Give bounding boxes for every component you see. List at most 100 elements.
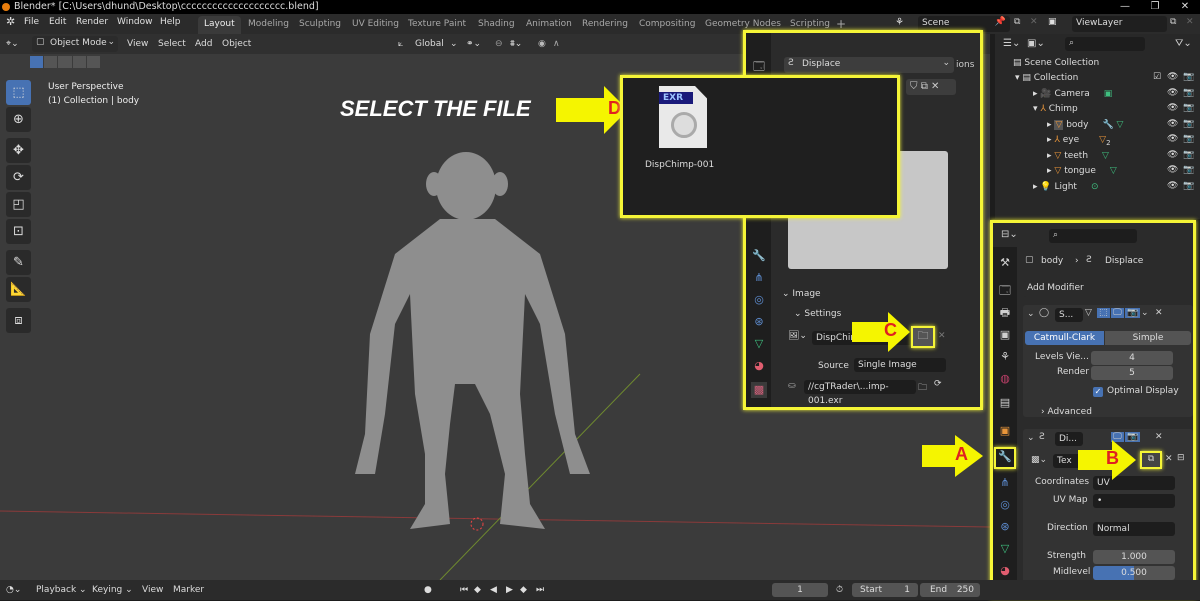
catmull-clark-button[interactable]: Catmull-Clark [1025, 331, 1104, 345]
object-tab-icon[interactable]: ▣ [997, 423, 1013, 439]
menu-window[interactable]: Window [117, 17, 153, 27]
menu-playback[interactable]: Playback ⌄ [36, 583, 87, 597]
modifier-tab-icon[interactable]: 🔧 [994, 447, 1016, 469]
image-browse-icon[interactable]: 🖼⌄ [788, 331, 807, 341]
tab-compositing[interactable]: Compositing [633, 16, 701, 34]
optimal-display-checkbox[interactable]: ✓ [1093, 387, 1103, 397]
menu-help[interactable]: Help [160, 17, 181, 27]
collapse-chevron-icon[interactable]: ⌄ [1027, 309, 1035, 319]
pack-icon[interactable]: ⛀ [788, 381, 796, 391]
visibility-eye-icon[interactable]: 👁 [1167, 165, 1178, 175]
visibility-eye-icon[interactable]: 👁 [1167, 88, 1178, 98]
duplicate-icon[interactable]: ⧉ [921, 81, 928, 92]
render-tab-icon[interactable]: 🗔 [751, 59, 767, 75]
filter-scene-icon[interactable]: ▣⌄ [1027, 38, 1045, 49]
menu-object[interactable]: Object [222, 37, 251, 51]
minimize-button[interactable]: — [1110, 0, 1140, 14]
show-texture-icon[interactable]: ⊟ [1177, 453, 1185, 463]
constraints-tab-icon[interactable]: ⊛ [751, 314, 767, 330]
collection-checkbox[interactable]: ☑ [1153, 72, 1161, 82]
collapse-chevron-icon[interactable]: ⌄ [1027, 433, 1035, 443]
unlink-icon[interactable]: ✕ [931, 81, 939, 92]
copy-view-layer-icon[interactable]: ⧉ [1170, 17, 1176, 27]
blender-menu-icon[interactable]: ✲ [6, 15, 15, 28]
jump-start-button[interactable]: ⏮ [460, 583, 468, 597]
visibility-eye-icon[interactable]: 👁 [1167, 134, 1178, 144]
visibility-eye-icon[interactable]: 👁 [1167, 72, 1178, 82]
particles-tab-icon[interactable]: ⋔ [751, 270, 767, 286]
render-camera-icon[interactable]: 📷 [1183, 134, 1194, 144]
texture-name-dropdown[interactable]: Ƨ Displace ⌄ [784, 57, 954, 73]
menu-select[interactable]: Select [158, 37, 186, 51]
world-tab-icon[interactable]: ◍ [997, 371, 1013, 387]
visibility-eye-icon[interactable]: 👁 [1167, 103, 1178, 113]
display-mode-icon[interactable]: ☰⌄ [1003, 38, 1020, 49]
modifier-tab-icon[interactable]: 🔧 [751, 248, 767, 264]
section-image-header[interactable]: ⌄ Image [782, 289, 821, 299]
menu-marker[interactable]: Marker [173, 583, 204, 597]
advanced-section-header[interactable]: › Advanced [1041, 407, 1092, 417]
stopwatch-icon[interactable]: ⏱ [836, 583, 843, 597]
render-camera-icon[interactable]: 📷 [1183, 165, 1194, 175]
scene-tab-icon[interactable]: ⚘ [997, 349, 1013, 365]
levels-viewport-field[interactable]: 4 [1091, 351, 1173, 365]
physics-tab-icon[interactable]: ◎ [997, 497, 1013, 513]
unlink-image-icon[interactable]: ✕ [938, 331, 946, 341]
close-window-button[interactable]: ✕ [1170, 0, 1200, 14]
texture-browse-icon[interactable]: ▩⌄ [1031, 455, 1047, 465]
menu-add[interactable]: Add [195, 37, 212, 51]
view-layer-tab-icon[interactable]: ▣ [997, 327, 1013, 343]
outliner-item-scene-collection[interactable]: ▤ Scene Collection [995, 56, 1200, 71]
unlink-texture-icon[interactable]: ✕ [1165, 454, 1173, 464]
pivot-icon[interactable]: ⚭⌄ [466, 37, 481, 51]
properties-search-input[interactable]: ⌕ [1049, 229, 1137, 243]
record-button[interactable]: ● [424, 583, 432, 597]
scene-selector-icon[interactable]: ⚘ [895, 17, 904, 28]
render-camera-icon[interactable]: 📷 [1183, 88, 1194, 98]
render-tab-icon[interactable]: 🗔 [997, 283, 1013, 299]
collection-tab-icon[interactable]: ▤ [997, 395, 1013, 411]
render-camera-icon[interactable]: 📷 [1183, 103, 1194, 113]
delete-modifier-icon[interactable]: ✕ [1155, 308, 1163, 318]
fake-user-icon[interactable]: ⛉ [910, 81, 918, 92]
current-frame-field[interactable]: 1 [772, 583, 828, 597]
output-tab-icon[interactable]: 🖶 [997, 305, 1013, 321]
play-reverse-button[interactable]: ◀ [490, 583, 497, 597]
pin-icon[interactable]: 📌 [995, 17, 1006, 27]
viewport-display-icon[interactable]: 🖵 [1111, 308, 1124, 318]
copy-scene-icon[interactable]: ⧉ [1014, 17, 1020, 27]
visibility-eye-icon[interactable]: 👁 [1167, 181, 1178, 191]
data-tab-icon[interactable]: ▽ [997, 541, 1013, 557]
physics-tab-icon[interactable]: ◎ [751, 292, 767, 308]
menu-keying[interactable]: Keying ⌄ [92, 583, 133, 597]
direction-dropdown[interactable]: Normal [1093, 522, 1175, 536]
timeline-editor-icon[interactable]: ◔⌄ [6, 583, 21, 597]
browse-file-icon[interactable]: 🗀 [918, 380, 927, 396]
uv-map-field[interactable]: • [1093, 494, 1175, 508]
section-settings-header[interactable]: ⌄ Settings [794, 309, 841, 319]
material-tab-icon[interactable]: ◕ [997, 563, 1013, 579]
edit-mode-icon[interactable]: ▽ [1085, 308, 1092, 318]
proportional-edit-icon[interactable]: ◉ [538, 37, 546, 51]
delete-view-layer-icon[interactable]: ✕ [1186, 17, 1194, 27]
render-camera-icon[interactable]: 📷 [1183, 119, 1194, 129]
jump-end-button[interactable]: ⏭ [536, 583, 544, 597]
tab-modeling[interactable]: Modeling [242, 16, 295, 34]
render-camera-icon[interactable]: 📷 [1183, 72, 1194, 82]
tab-animation[interactable]: Animation [520, 16, 578, 34]
midlevel-slider[interactable]: 0.500 [1093, 566, 1175, 580]
transform-orientation-icon[interactable]: ⟀ [398, 37, 403, 51]
menu-timeline-view[interactable]: View [142, 583, 163, 597]
orientation-dropdown[interactable]: Global [415, 37, 444, 51]
simple-button[interactable]: Simple [1105, 331, 1191, 345]
visibility-eye-icon[interactable]: 👁 [1167, 150, 1178, 160]
chevron-down-icon[interactable]: ⌄ [1141, 308, 1149, 318]
data-tab-icon[interactable]: ▽ [751, 336, 767, 352]
menu-view[interactable]: View [127, 37, 148, 51]
visibility-eye-icon[interactable]: 👁 [1167, 119, 1178, 129]
material-tab-icon[interactable]: ◕ [751, 358, 767, 374]
constraints-tab-icon[interactable]: ⊛ [997, 519, 1013, 535]
outliner-search-input[interactable]: ⌕ [1065, 37, 1145, 51]
particles-tab-icon[interactable]: ⋔ [997, 475, 1013, 491]
end-frame-field[interactable]: End 250 [920, 583, 980, 597]
